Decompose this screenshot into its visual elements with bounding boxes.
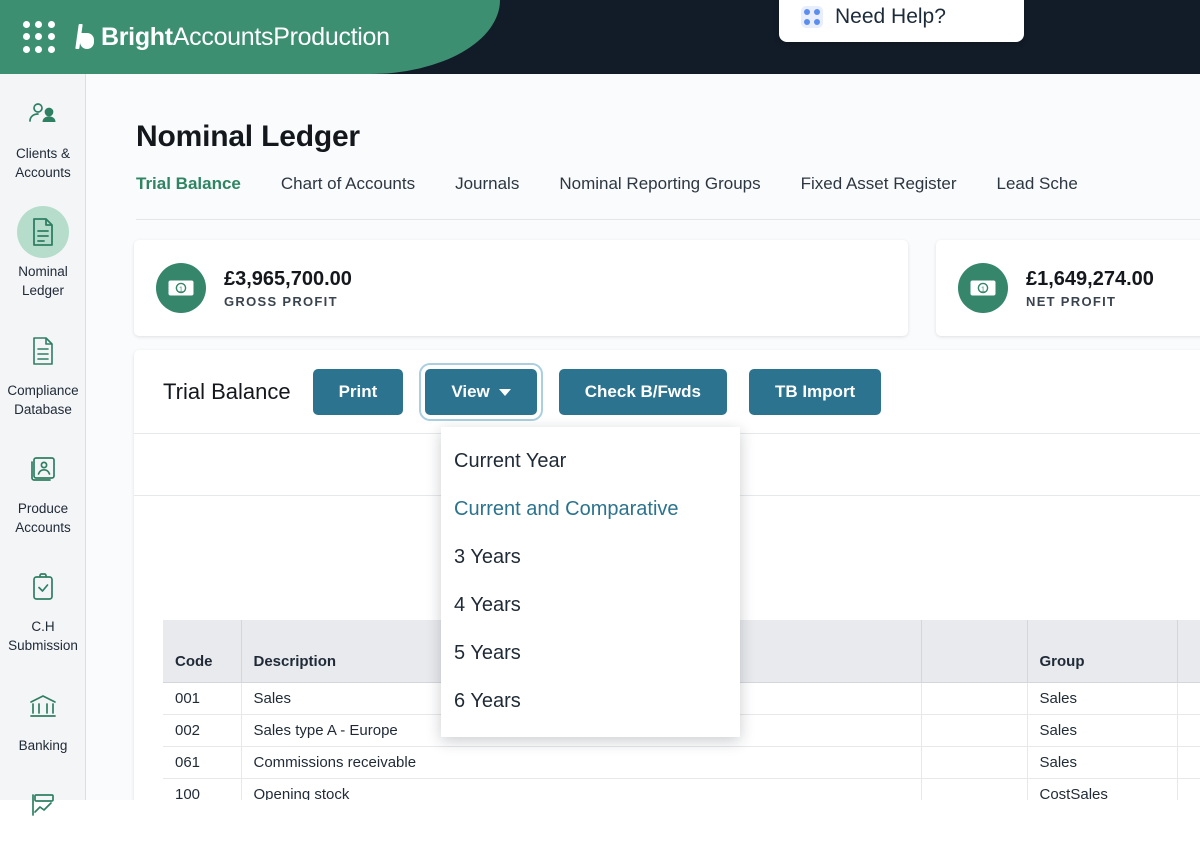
tab-fixed-asset-register[interactable]: Fixed Asset Register	[781, 174, 977, 208]
menu-item-6-years[interactable]: 6 Years	[441, 677, 740, 725]
cell-description: Opening stock	[241, 778, 922, 800]
sidebar-item-nominal-ledger[interactable]: Nominal Ledger	[0, 192, 86, 310]
cell-group: Sales	[1027, 746, 1178, 779]
cell-code: 002	[163, 714, 242, 747]
menu-item-current-and-comparative[interactable]: Current and Comparative	[441, 485, 740, 533]
need-help-button[interactable]: Need Help?	[779, 0, 1024, 42]
help-dots-icon	[801, 6, 823, 28]
produce-accounts-icon	[29, 455, 57, 483]
chart-analytics-icon	[29, 792, 57, 818]
bank-icon	[28, 693, 58, 719]
banknote-icon: 1	[156, 263, 206, 313]
bright-logo-mark	[76, 24, 96, 50]
kpi-value: £3,965,700.00	[224, 267, 352, 290]
cell-blank	[921, 778, 1028, 800]
menu-item-4-years[interactable]: 4 Years	[441, 581, 740, 629]
sidebar-item-clients-accounts[interactable]: Clients & Accounts	[0, 74, 86, 192]
page-title: Nominal Ledger	[136, 120, 360, 153]
cell-group: Sales	[1027, 714, 1178, 747]
check-bfwds-button[interactable]: Check B/Fwds	[558, 368, 727, 415]
sidebar-item-label: Compliance Database	[7, 382, 79, 417]
need-help-label: Need Help?	[835, 5, 946, 28]
panel-heading: Trial Balance	[163, 378, 291, 404]
sidebar-item-label: Banking	[18, 737, 68, 753]
kpi-card-row: 1 £3,965,700.00 GROSS PROFIT 1 £1,649,27…	[134, 240, 1200, 336]
cell-debit	[1177, 746, 1200, 779]
sidebar-item-label: C.H Submission	[8, 619, 78, 654]
tb-import-button[interactable]: TB Import	[748, 368, 882, 415]
cell-blank	[921, 746, 1028, 779]
panel-toolbar: Trial Balance Print View Check B/Fwds TB…	[134, 350, 1200, 434]
clients-accounts-icon	[28, 101, 58, 127]
tab-lead-schedules[interactable]: Lead Sche	[977, 174, 1098, 208]
menu-item-current-year[interactable]: Current Year	[441, 437, 740, 485]
chevron-down-icon	[498, 389, 511, 396]
cell-debit	[1177, 714, 1200, 747]
view-dropdown-menu: Current Year Current and Comparative 3 Y…	[441, 427, 740, 737]
kpi-card-gross-profit: 1 £3,965,700.00 GROSS PROFIT	[134, 240, 908, 336]
cell-debit: 1,257,698	[1177, 778, 1200, 800]
sidebar-item-label: Nominal Ledger	[18, 264, 68, 299]
view-dropdown-button[interactable]: View	[425, 368, 537, 415]
kpi-value: £1,649,274.00	[1026, 267, 1154, 290]
cell-group: CostSales	[1027, 778, 1178, 800]
kpi-label: NET PROFIT	[1026, 293, 1117, 309]
table-row[interactable]: 100 Opening stock CostSales 1,257,698	[163, 778, 1200, 800]
sidebar-item-label: Clients & Accounts	[15, 146, 71, 181]
cell-code: 100	[163, 778, 242, 800]
table-row[interactable]: 061 Commissions receivable Sales	[163, 746, 1200, 779]
column-header-code[interactable]: Code	[163, 620, 242, 683]
kpi-label: GROSS PROFIT	[224, 293, 338, 309]
svg-text:1: 1	[179, 286, 183, 293]
column-header-blank[interactable]	[921, 620, 1028, 683]
print-button[interactable]: Print	[312, 368, 404, 415]
banknote-icon: 1	[958, 263, 1008, 313]
column-header-debit[interactable]: De	[1177, 620, 1200, 683]
tab-bar: Trial Balance Chart of Accounts Journals…	[136, 174, 1200, 220]
column-header-group[interactable]: Group	[1027, 620, 1178, 683]
tab-chart-of-accounts[interactable]: Chart of Accounts	[261, 174, 435, 208]
view-button-label: View	[451, 381, 490, 401]
kpi-card-net-profit: 1 £1,649,274.00 NET PROFIT	[936, 240, 1200, 336]
cell-group: Sales	[1027, 682, 1178, 715]
document-icon	[30, 217, 56, 247]
menu-item-3-years[interactable]: 3 Years	[441, 533, 740, 581]
brand-name-light: AccountsProduction	[172, 22, 390, 51]
sidebar-item-ch-submission[interactable]: C.H Submission	[0, 547, 86, 665]
sidebar-item-analytics[interactable]	[0, 765, 86, 845]
cell-code: 001	[163, 682, 242, 715]
tab-journals[interactable]: Journals	[435, 174, 539, 208]
sidebar-item-label: Produce Accounts	[15, 500, 71, 536]
sidebar-item-compliance-database[interactable]: Compliance Database	[0, 311, 86, 429]
clipboard-check-icon	[30, 572, 56, 602]
sidebar-item-banking[interactable]: Banking	[0, 666, 86, 765]
cell-code: 061	[163, 746, 242, 779]
sidebar: Clients & Accounts Nominal Ledger Compli…	[0, 74, 86, 816]
sidebar-item-produce-accounts[interactable]: Produce Accounts	[0, 429, 86, 547]
cell-description: Commissions receivable	[241, 746, 922, 779]
svg-text:1: 1	[981, 286, 985, 293]
top-bar: Bright AccountsProduction Need Help?	[0, 0, 1200, 74]
brand-name-bold: Bright	[101, 22, 173, 51]
apps-grid-icon[interactable]	[20, 18, 60, 58]
cell-blank	[921, 714, 1028, 747]
cell-blank	[921, 682, 1028, 715]
cell-debit	[1177, 682, 1200, 715]
tab-trial-balance[interactable]: Trial Balance	[136, 174, 261, 208]
compliance-document-icon	[30, 336, 56, 366]
brand-logo[interactable]: Bright AccountsProduction	[76, 17, 390, 57]
menu-item-5-years[interactable]: 5 Years	[441, 629, 740, 677]
tab-nominal-reporting-groups[interactable]: Nominal Reporting Groups	[539, 174, 780, 208]
